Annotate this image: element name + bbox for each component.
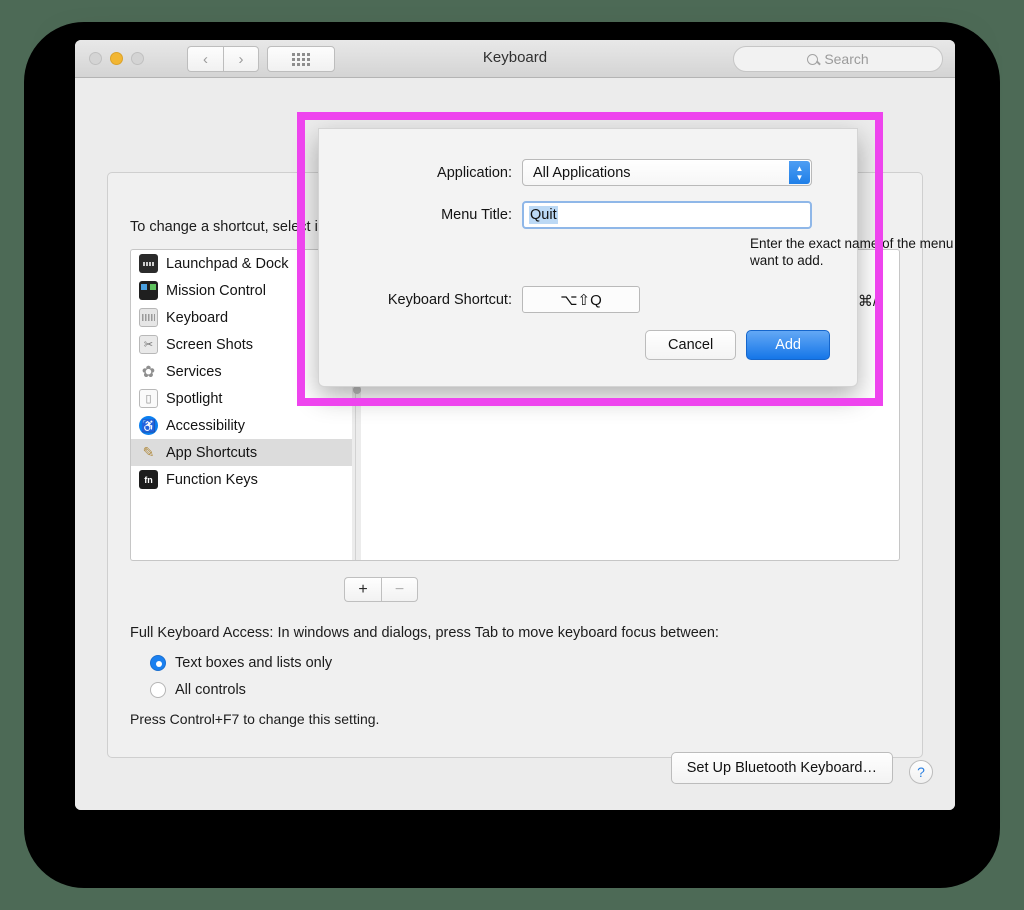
screenshot-icon: ✂: [139, 335, 158, 354]
launchpad-icon: [139, 254, 158, 273]
menu-title-label: Menu Title:: [441, 207, 512, 223]
list-item-label: App Shortcuts: [166, 444, 258, 461]
list-item-label: Spotlight: [166, 390, 223, 407]
menu-title-row: Menu Title: Quit: [319, 201, 857, 229]
add-shortcut-sheet: Application: All Applications ▲ ▼ Menu Ti…: [318, 128, 955, 387]
cancel-button[interactable]: Cancel: [645, 330, 737, 360]
window-titlebar: ‹ › Keyboard Search: [75, 40, 955, 78]
set-up-bluetooth-keyboard-button[interactable]: Set Up Bluetooth Keyboard…: [670, 752, 893, 784]
keyboard-shortcut-input[interactable]: ⌥⇧Q: [522, 286, 640, 313]
keyboard-shortcut-label: Keyboard Shortcut:: [387, 291, 512, 308]
add-button[interactable]: Add: [746, 330, 830, 360]
list-item[interactable]: fn Function Keys: [131, 466, 352, 493]
search-placeholder: Search: [824, 51, 869, 67]
list-item-label: Accessibility: [166, 417, 245, 434]
keyboard-preferences-window: ‹ › Keyboard Search To change a shortcut…: [75, 40, 955, 810]
radio-label: All controls: [175, 682, 246, 698]
sidebar-item-app-shortcuts[interactable]: ✎ App Shortcuts: [131, 439, 352, 466]
search-icon: [807, 53, 819, 65]
list-item-label: Services: [166, 363, 222, 380]
application-row: Application: All Applications ▲ ▼: [319, 159, 857, 186]
keyboard-shortcut-value: ⌥⇧Q: [560, 291, 602, 309]
app-shortcuts-icon: ✎: [142, 444, 155, 460]
menu-title-input[interactable]: Quit: [522, 201, 812, 229]
radio-label: Text boxes and lists only: [175, 655, 333, 671]
divider-handle[interactable]: [353, 386, 361, 394]
search-input[interactable]: Search: [733, 46, 943, 72]
function-keys-icon: fn: [139, 470, 158, 489]
list-item[interactable]: ▯ Spotlight: [131, 385, 352, 412]
radio-all-controls[interactable]: All controls: [150, 682, 246, 698]
list-item-label: Keyboard: [166, 309, 229, 326]
remove-shortcut-button[interactable]: −: [381, 577, 418, 602]
services-gear-icon: ✿: [141, 363, 156, 381]
add-shortcut-button[interactable]: +: [344, 577, 381, 602]
application-label: Application:: [437, 164, 512, 181]
accessibility-icon: ♿: [139, 416, 158, 435]
radio-text-boxes-and-lists[interactable]: Text boxes and lists only: [150, 655, 332, 671]
menu-title-value: Quit: [529, 206, 558, 224]
application-select[interactable]: All Applications ▲ ▼: [522, 159, 812, 186]
mission-control-icon: [139, 281, 158, 300]
keyboard-icon: [139, 308, 158, 327]
spotlight-icon: ▯: [139, 389, 158, 408]
keyboard-shortcut-row: Keyboard Shortcut: ⌥⇧Q: [319, 286, 857, 313]
radio-button-selected-icon[interactable]: [150, 655, 166, 671]
list-item-label: Mission Control: [166, 282, 266, 299]
add-remove-buttons: + −: [344, 577, 418, 602]
help-button[interactable]: ?: [909, 760, 933, 784]
full-keyboard-access-label: Full Keyboard Access: In windows and dia…: [130, 625, 719, 641]
list-item[interactable]: ♿ Accessibility: [131, 412, 352, 439]
sheet-action-buttons: Cancel Add: [645, 330, 830, 360]
list-item-label: Launchpad & Dock: [166, 255, 289, 272]
application-selected-value: All Applications: [533, 164, 631, 181]
control-f7-hint: Press Control+F7 to change this setting.: [130, 711, 380, 727]
chevron-updown-icon[interactable]: ▲ ▼: [789, 161, 810, 184]
list-item-label: Function Keys: [166, 471, 258, 488]
list-item-label: Screen Shots: [166, 336, 254, 353]
menu-title-helper-text: Enter the exact name of the menu command…: [750, 236, 955, 268]
radio-button-icon[interactable]: [150, 682, 166, 698]
